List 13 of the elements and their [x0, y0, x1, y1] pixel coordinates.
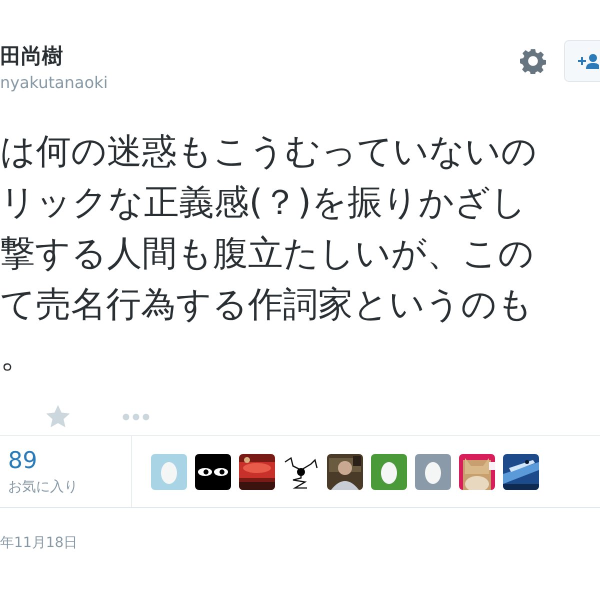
- favorite-count[interactable]: 89: [8, 448, 131, 474]
- default-avatar[interactable]: [415, 454, 451, 490]
- eyes-avatar[interactable]: [195, 454, 231, 490]
- tweet-date[interactable]: 年11月18日: [0, 535, 78, 551]
- favorite-label[interactable]: お気に入り: [8, 477, 131, 497]
- add-user-icon: [577, 53, 599, 69]
- favorite-star-icon[interactable]: [46, 405, 70, 428]
- username[interactable]: nyakutanaoki: [0, 72, 108, 94]
- follow-button[interactable]: [564, 40, 600, 82]
- default-avatar[interactable]: [371, 454, 407, 490]
- tweet-text: は何の迷惑もこうむっていないの リックな正義感(？)を振りかざし 撃する人間も腹立たしいが、この て売名行為する作詞家というのも 。: [0, 131, 538, 378]
- display-name[interactable]: 田尚樹: [0, 43, 108, 69]
- settings-icon[interactable]: [520, 48, 546, 74]
